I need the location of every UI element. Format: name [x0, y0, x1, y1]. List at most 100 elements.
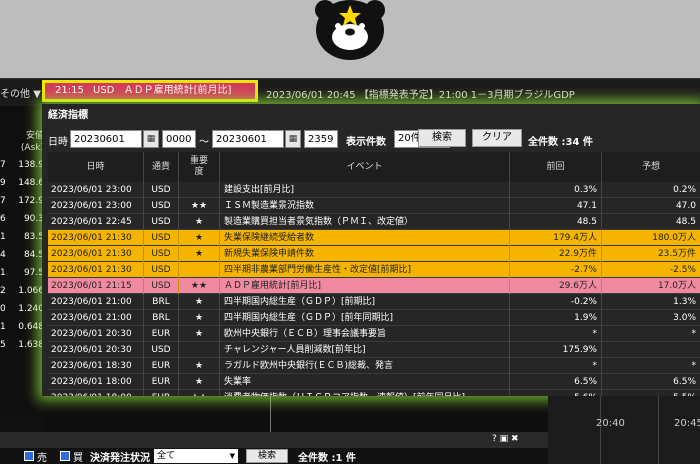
row-importance-stars: ★	[179, 326, 220, 342]
table-row[interactable]: 2023/06/01 21:30 USD ★ 新規失業保険申請件数 22.9万件 23.5…	[48, 246, 700, 262]
rate-row[interactable]: 1 83.5	[0, 228, 44, 246]
table-row[interactable]: 2023/06/01 22:45 USD ★ 製造業購買担当者景気指数（ＰＭＩ、改定値…	[48, 214, 700, 230]
rate-row[interactable]: 1 0.648	[0, 318, 44, 336]
row-importance-stars	[179, 182, 220, 198]
col-previous[interactable]: 前回	[510, 152, 602, 182]
table-row[interactable]: 2023/06/01 18:30 EUR ★ ラガルド欧州中央銀行(ＥＣＢ)総裁、発言…	[48, 358, 700, 374]
row-importance-stars: ★	[179, 310, 220, 326]
row-currency: EUR	[144, 374, 179, 390]
sell-checkbox[interactable]	[24, 451, 34, 461]
row-currency: BRL	[144, 310, 179, 326]
row-importance-stars: ★	[179, 358, 220, 374]
search-button[interactable]: 検索	[418, 129, 466, 147]
rate-symbol: 9	[0, 178, 6, 188]
row-event: 失業保険継続受給者数	[220, 230, 510, 246]
ask-low-header: 安値 (Ask)	[0, 130, 44, 154]
chart-time-label: 20:45	[674, 418, 700, 429]
row-event: 欧州中央銀行（ＥＣＢ）理事会議事要旨	[220, 326, 510, 342]
col-event[interactable]: イベント	[220, 152, 510, 182]
row-previous: 179.4万人	[510, 230, 602, 246]
col-importance[interactable]: 重要 度	[179, 152, 220, 182]
table-row[interactable]: 2023/06/01 18:00 EUR ★ 失業率 6.5% 6.5%	[48, 374, 700, 390]
calendar-icon[interactable]: ▦	[143, 130, 159, 148]
rate-row[interactable]: 7 138.9	[0, 156, 44, 174]
status-select-value: 全て	[157, 451, 176, 461]
other-menu[interactable]: その他 ▼	[0, 85, 41, 100]
row-importance-stars: ★★	[179, 198, 220, 214]
row-datetime: 2023/06/01 20:30	[48, 326, 144, 342]
rate-ask-low: 90.3	[23, 214, 44, 224]
table-row[interactable]: 2023/06/01 21:15 USD ★★ ＡＤＰ雇用統計[前月比] 29.6万人 1…	[48, 278, 700, 294]
col-datetime[interactable]: 日時	[48, 152, 144, 182]
rate-ask-low: 83.5	[23, 232, 44, 242]
table-row[interactable]: 2023/06/01 23:00 USD 建設支出[前月比] 0.3% 0.2%	[48, 182, 700, 198]
rate-panel: 安値 (Ask) 7 138.9 9 148.6 7 172.9 6 90.3 1 83.5 4 84…	[0, 106, 44, 416]
window-controls[interactable]: ? ▣ ✖	[492, 434, 519, 444]
col-forecast[interactable]: 予想	[602, 152, 700, 182]
from-date-input[interactable]: 20230601	[70, 130, 142, 148]
table-row[interactable]: 2023/06/01 20:30 EUR ★ 欧州中央銀行（ＥＣＢ）理事会議事要旨 * *	[48, 326, 700, 342]
row-forecast: 48.5	[675, 217, 696, 227]
rate-symbol: 5	[0, 340, 6, 350]
rate-symbol: 7	[0, 160, 6, 170]
buy-checkbox[interactable]	[60, 451, 70, 461]
chevron-down-icon: ▼	[33, 89, 41, 100]
row-previous: -0.2%	[510, 294, 602, 310]
row-datetime: 2023/06/01 18:30	[48, 358, 144, 374]
to-time-input[interactable]: 2359	[304, 130, 338, 148]
table-row[interactable]: 2023/06/01 21:30 USD ★ 失業保険継続受給者数 179.4万人 180…	[48, 230, 700, 246]
row-forecast: 1.3%	[673, 297, 696, 307]
table-row[interactable]: 2023/06/01 21:00 BRL ★ 四半期国内総生産（ＧＤＰ）[前期比] -0…	[48, 294, 700, 310]
row-previous: *	[510, 358, 602, 374]
economic-indicators-dialog: 経済指標 日時 20230601 ▦ 0000 ～ 20230601 ▦ 235…	[42, 104, 700, 396]
rate-symbol: 1	[0, 322, 6, 332]
row-datetime: 2023/06/01 21:30	[48, 262, 144, 278]
ticker-event: ＡＤＰ雇用統計[前月比]	[123, 85, 232, 96]
settlement-total: 全件数 :1 件	[298, 453, 356, 464]
rate-ask-low: 172.9	[18, 196, 44, 206]
rate-row[interactable]: 1 97.5	[0, 264, 44, 282]
table-row[interactable]: 2023/06/01 21:30 USD 四半期非農業部門労働生産性・改定値[前期比…	[48, 262, 700, 278]
to-date-input[interactable]: 20230601	[212, 130, 284, 148]
row-event: 建設支出[前月比]	[220, 182, 510, 198]
mini-chart[interactable]: 20:40 20:45	[548, 396, 700, 464]
calendar-icon[interactable]: ▦	[285, 130, 301, 148]
row-forecast: -2.5%	[669, 265, 696, 275]
rate-row[interactable]: 9 148.6	[0, 174, 44, 192]
rate-row[interactable]: 2 1.066	[0, 282, 44, 300]
row-currency: EUR	[144, 326, 179, 342]
rate-symbol: 6	[0, 214, 6, 224]
table-row[interactable]: 2023/06/01 23:00 USD ★★ ＩＳＭ製造業景況指数 47.1 47.0	[48, 198, 700, 214]
rate-symbol: 2	[0, 286, 6, 296]
row-previous: 175.9%	[510, 342, 602, 358]
col-importance-line2: 度	[194, 167, 204, 177]
clear-button[interactable]: クリア	[472, 129, 522, 147]
rate-row[interactable]: 6 90.3	[0, 210, 44, 228]
from-time-input[interactable]: 0000	[162, 130, 196, 148]
rate-row[interactable]: 0 1.240	[0, 300, 44, 318]
ticker-next-item[interactable]: 2023/06/01 20:45 【指標発表予定】21:00 1－3月期ブラジル…	[266, 86, 575, 101]
highlighted-ticker-item[interactable]: 21:15 USD ＡＤＰ雇用統計[前月比]	[42, 80, 258, 102]
row-forecast: 47.0	[675, 201, 696, 211]
table-row[interactable]: 2023/06/01 21:00 BRL ★ 四半期国内総生産（ＧＤＰ）[前年同期比]…	[48, 310, 700, 326]
row-forecast	[602, 342, 700, 358]
rate-symbol: 7	[0, 196, 6, 206]
ticker-bar: その他 ▼ 21:15 USD ＡＤＰ雇用統計[前月比] 2023/06/01 …	[0, 78, 700, 107]
row-previous: 6.5%	[510, 374, 602, 390]
rate-row[interactable]: 5 1.638	[0, 336, 44, 354]
table-row[interactable]: 2023/06/01 20:30 USD チャレンジャー人員削減数[前年比] 175.…	[48, 342, 700, 358]
rate-row[interactable]: 7 172.9	[0, 192, 44, 210]
row-forecast: *	[691, 329, 697, 339]
settlement-search-button[interactable]: 検索	[246, 449, 288, 463]
row-event: 失業率	[220, 374, 510, 390]
row-datetime: 2023/06/01 23:00	[48, 182, 144, 198]
col-currency[interactable]: 通貨	[144, 152, 179, 182]
row-currency: USD	[144, 246, 179, 262]
row-previous: 47.1	[510, 198, 602, 214]
row-forecast: *	[691, 361, 697, 371]
rate-row[interactable]: 4 84.5	[0, 246, 44, 264]
ask-label: (Ask)	[20, 143, 44, 153]
status-select[interactable]: 全て ▼	[154, 449, 238, 463]
bear-mascot-logo	[315, 0, 385, 60]
row-currency: USD	[144, 262, 179, 278]
